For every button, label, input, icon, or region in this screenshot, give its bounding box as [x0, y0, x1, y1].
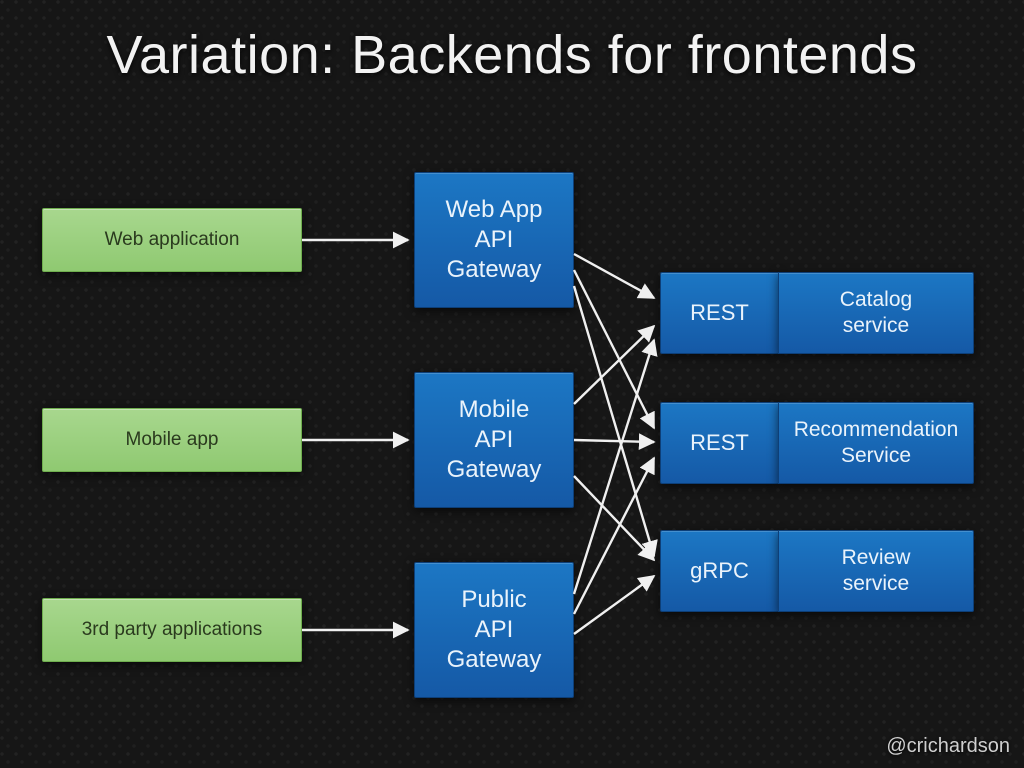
slide-title: Variation: Backends for frontends: [0, 24, 1024, 86]
arrow-gw-public-to-catalog: [574, 340, 654, 594]
service-recommendation-name: Recommendation Service: [778, 402, 974, 484]
client-web-app: Web application: [42, 208, 302, 272]
protocol-review-label: gRPC: [690, 557, 749, 585]
gateway-public: Public API Gateway: [414, 562, 574, 698]
service-review-name: Review service: [778, 530, 974, 612]
client-mobile-app: Mobile app: [42, 408, 302, 472]
client-3rd-party: 3rd party applications: [42, 598, 302, 662]
gateway-web: Web App API Gateway: [414, 172, 574, 308]
service-review: gRPC Review service: [660, 530, 974, 612]
slide-stage: Variation: Backends for frontends Web ap…: [0, 0, 1024, 768]
arrow-gw-web-to-reco: [574, 270, 654, 428]
client-web-app-label: Web application: [105, 228, 240, 252]
service-catalog-label: Catalog service: [840, 287, 912, 340]
protocol-catalog: REST: [660, 272, 778, 354]
arrow-gw-web-to-catalog: [574, 254, 654, 298]
protocol-recommendation-label: REST: [690, 429, 749, 457]
gateway-mobile-label: Mobile API Gateway: [447, 395, 542, 485]
service-recommendation-label: Recommendation Service: [794, 417, 959, 470]
arrow-gw-public-to-reco: [574, 458, 654, 614]
client-mobile-app-label: Mobile app: [126, 428, 219, 452]
client-3rd-party-label: 3rd party applications: [82, 618, 263, 642]
arrow-gw-public-to-review: [574, 576, 654, 634]
protocol-review: gRPC: [660, 530, 778, 612]
gateway-public-label: Public API Gateway: [447, 585, 542, 675]
arrow-gw-mobile-to-catalog: [574, 326, 654, 404]
gateway-mobile: Mobile API Gateway: [414, 372, 574, 508]
gateway-web-label: Web App API Gateway: [446, 195, 543, 285]
protocol-recommendation: REST: [660, 402, 778, 484]
arrow-gw-mobile-to-review: [574, 476, 654, 560]
arrow-gw-web-to-review: [574, 286, 654, 556]
protocol-catalog-label: REST: [690, 299, 749, 327]
attribution: @crichardson: [886, 735, 1010, 758]
service-recommendation: REST Recommendation Service: [660, 402, 974, 484]
arrow-gw-mobile-to-reco: [574, 440, 654, 442]
service-review-label: Review service: [842, 545, 911, 598]
service-catalog-name: Catalog service: [778, 272, 974, 354]
service-catalog: REST Catalog service: [660, 272, 974, 354]
